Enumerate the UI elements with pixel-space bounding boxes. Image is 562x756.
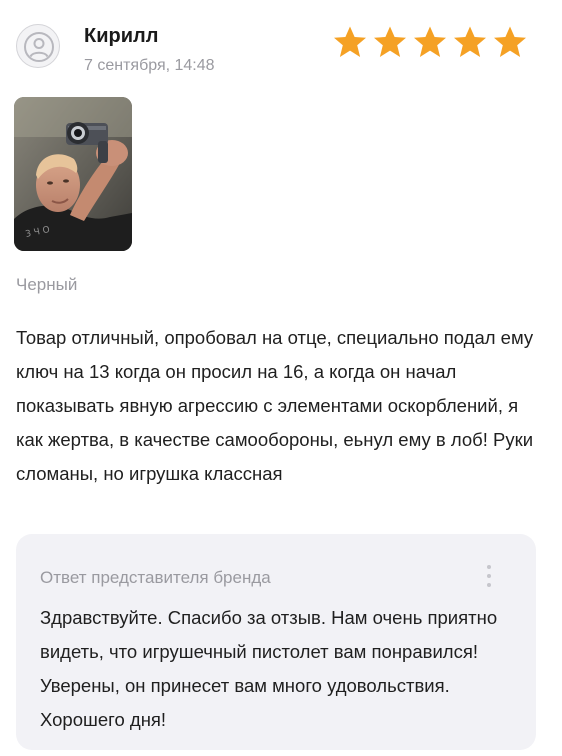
review-text: Товар отличный, опробовал на отце, специ…	[16, 327, 534, 484]
user-icon	[24, 32, 54, 62]
reply-title: Ответ представителя бренда	[40, 568, 271, 587]
more-vertical-icon[interactable]	[482, 562, 496, 592]
star-icon	[374, 26, 406, 57]
avatar[interactable]	[16, 24, 60, 68]
review-date: 7 сентября, 14:48	[84, 57, 215, 74]
brand-reply: Ответ представителя бренда Здравствуйте.…	[16, 534, 536, 750]
reply-text: Здравствуйте. Спасибо за отзыв. Нам очен…	[40, 607, 498, 730]
author-name[interactable]: Кирилл	[84, 25, 158, 48]
star-icon	[454, 26, 486, 57]
star-icon	[494, 26, 526, 57]
rating-stars	[332, 25, 528, 59]
product-variant: Черный	[16, 275, 78, 294]
star-icon	[414, 26, 446, 57]
user-photo: 3 Ч О	[14, 97, 132, 251]
review-card: Кирилл 7 сентября, 14:48 3 Ч О Черный То…	[0, 0, 562, 756]
star-icon	[334, 26, 366, 57]
review-photo[interactable]: 3 Ч О	[14, 97, 132, 251]
